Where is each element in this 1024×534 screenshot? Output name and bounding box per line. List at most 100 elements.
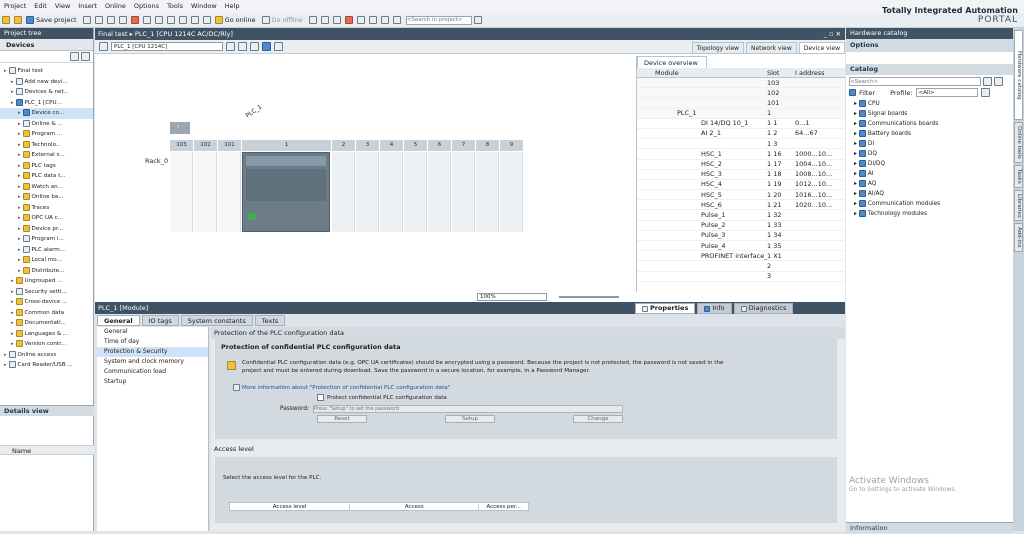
- expand-arrow-icon[interactable]: ▸: [11, 299, 14, 305]
- menu-insert[interactable]: Insert: [74, 0, 101, 13]
- expand-arrow-icon[interactable]: ▸: [11, 341, 14, 347]
- catalog-search-input[interactable]: [849, 77, 981, 86]
- search-down-icon[interactable]: [983, 77, 992, 86]
- expand-arrow-icon[interactable]: ▸: [854, 191, 857, 197]
- tree-item[interactable]: ▸ Languages & ...: [0, 329, 93, 340]
- tree-item[interactable]: ▸ Distribute...: [0, 266, 93, 277]
- tree-item[interactable]: ▸ Final test: [0, 66, 93, 77]
- catalog-item[interactable]: ▸ Battery boards: [846, 129, 1013, 139]
- upload-icon[interactable]: [190, 16, 199, 24]
- right-tab-hardware-catalog[interactable]: Hardware catalog: [1014, 30, 1023, 120]
- close-icon[interactable]: [344, 16, 353, 24]
- expand-arrow-icon[interactable]: ▸: [18, 194, 21, 200]
- property-tab-properties[interactable]: Properties: [635, 303, 696, 314]
- undo-icon[interactable]: [142, 16, 151, 24]
- devices-tab[interactable]: Devices: [0, 39, 93, 51]
- catalog-section[interactable]: Catalog: [846, 64, 1013, 75]
- go-offline-button[interactable]: Go offline: [272, 16, 303, 24]
- window-icon[interactable]: [380, 16, 389, 24]
- expand-arrow-icon[interactable]: ▸: [18, 184, 21, 190]
- search-project-input[interactable]: [405, 15, 472, 25]
- catalog-item[interactable]: ▸ Communications boards: [846, 119, 1013, 129]
- tree-item[interactable]: ▸ Online ba...: [0, 192, 93, 203]
- menu-online[interactable]: Online: [101, 0, 130, 13]
- overview-row[interactable]: HSC_5 1 20 1016...10...: [637, 190, 845, 201]
- overview-row[interactable]: HSC_4 1 19 1012...10...: [637, 180, 845, 191]
- print-icon[interactable]: [82, 16, 91, 24]
- tree-item[interactable]: ▸ Card Reader/USB ...: [0, 360, 93, 371]
- device-select[interactable]: PLC_1 [CPU 1214C]: [111, 42, 223, 51]
- expand-arrow-icon[interactable]: ▸: [11, 100, 14, 106]
- overview-row[interactable]: 1 3: [637, 139, 845, 150]
- menu-window[interactable]: Window: [187, 0, 221, 13]
- rack-slot[interactable]: [170, 152, 193, 232]
- tree-item[interactable]: ▸ Device co...: [0, 108, 93, 119]
- download-icon[interactable]: [178, 16, 187, 24]
- inspector-nav-item[interactable]: General: [97, 327, 208, 337]
- tree-item[interactable]: ▸ PLC data t...: [0, 171, 93, 182]
- go-online-button[interactable]: Go online: [225, 16, 256, 24]
- expand-arrow-icon[interactable]: ▸: [11, 79, 14, 85]
- tree-item[interactable]: ▸ Add new devi...: [0, 77, 93, 88]
- start-cpu-icon[interactable]: [320, 16, 329, 24]
- device-canvas[interactable]: PLC_1 › Rack_0 103 102 101 1 2 3 4 5 6 7 8 9: [95, 68, 629, 292]
- catalog-item[interactable]: ▸ Technology modules: [846, 209, 1013, 219]
- grid-icon[interactable]: [238, 42, 247, 51]
- menu-view[interactable]: View: [51, 0, 74, 13]
- expand-arrow-icon[interactable]: ▸: [11, 289, 14, 295]
- tree-item[interactable]: ▸ Online access: [0, 350, 93, 361]
- expand-arrow-icon[interactable]: ▸: [18, 226, 21, 232]
- overview-row[interactable]: 101: [637, 98, 845, 109]
- catalog-settings-icon[interactable]: [980, 88, 990, 97]
- menu-tools[interactable]: Tools: [163, 0, 187, 13]
- expand-arrow-icon[interactable]: ▸: [11, 320, 14, 326]
- expand-arrow-icon[interactable]: ▸: [854, 161, 857, 167]
- inspector-nav-item[interactable]: Protection & Security: [97, 347, 208, 357]
- tree-view-icon[interactable]: [70, 52, 79, 61]
- tree-overview-icon[interactable]: [81, 52, 90, 61]
- tree-item[interactable]: ▸ Ungrouped ...: [0, 276, 93, 287]
- tree-item[interactable]: ▸ Watch an...: [0, 182, 93, 193]
- expand-arrow-icon[interactable]: ▸: [18, 142, 21, 148]
- copy-icon[interactable]: [106, 16, 115, 24]
- menu-help[interactable]: Help: [221, 0, 244, 13]
- tree-item[interactable]: ▸ Common data: [0, 308, 93, 319]
- protect-checkbox[interactable]: [317, 394, 324, 401]
- catalog-item[interactable]: ▸ CPU: [846, 99, 1013, 109]
- inspector-nav-item[interactable]: Communication load: [97, 367, 208, 377]
- property-tab-diagnostics[interactable]: Diagnostics: [733, 303, 794, 314]
- overview-row[interactable]: 3: [637, 272, 845, 282]
- overview-row[interactable]: AI 2_1 1 2 64...67: [637, 129, 845, 140]
- catalog-item[interactable]: ▸ AI/AQ: [846, 189, 1013, 199]
- tree-item[interactable]: ▸ Documentati...: [0, 318, 93, 329]
- expand-arrow-icon[interactable]: ▸: [18, 121, 21, 127]
- expand-arrow-icon[interactable]: ▸: [854, 131, 857, 137]
- cut-icon[interactable]: [94, 16, 103, 24]
- expand-arrow-icon[interactable]: ▸: [854, 121, 857, 127]
- col-module[interactable]: Module: [637, 68, 699, 78]
- expand-arrow-icon[interactable]: ▸: [18, 215, 21, 221]
- save-project-button[interactable]: Save project: [36, 16, 77, 24]
- reset-button[interactable]: Reset: [317, 415, 367, 423]
- overview-row[interactable]: Pulse_2 1 33: [637, 221, 845, 231]
- split-horizontal-icon[interactable]: [356, 16, 365, 24]
- menu-edit[interactable]: Edit: [30, 0, 51, 13]
- paste-icon[interactable]: [118, 16, 127, 24]
- password-input[interactable]: [313, 405, 623, 413]
- rack-slot[interactable]: [380, 152, 403, 232]
- expand-arrow-icon[interactable]: ▸: [854, 171, 857, 177]
- catalog-item[interactable]: ▸ Communication modules: [846, 199, 1013, 209]
- expand-arrow-icon[interactable]: ▸: [854, 181, 857, 187]
- property-tab-info[interactable]: Info: [697, 303, 732, 314]
- expand-arrow-icon[interactable]: ▸: [18, 268, 21, 274]
- inspector-nav-item[interactable]: Time of day: [97, 337, 208, 347]
- tree-item[interactable]: ▸ OPC UA c...: [0, 213, 93, 224]
- view-tab-network[interactable]: Network view: [745, 42, 797, 54]
- col-slot[interactable]: Slot: [767, 68, 795, 78]
- window-icon-2[interactable]: [392, 16, 401, 24]
- overview-row[interactable]: 102: [637, 88, 845, 99]
- change-button[interactable]: Change: [573, 415, 623, 423]
- overview-row[interactable]: Pulse_4 1 35: [637, 241, 845, 252]
- menu-project[interactable]: Project: [0, 0, 30, 13]
- rack-slot[interactable]: [500, 152, 523, 232]
